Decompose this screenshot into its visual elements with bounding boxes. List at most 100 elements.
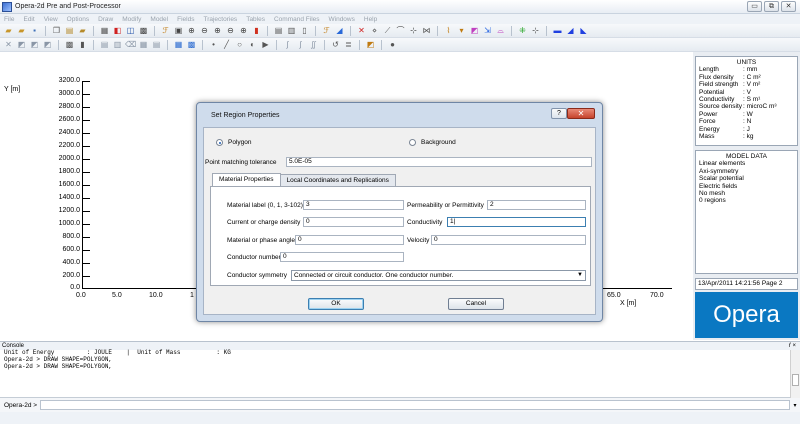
arc-icon[interactable]: ⌒ [395, 25, 406, 36]
print-icon[interactable]: ▦ [99, 25, 110, 36]
material-label-input[interactable]: 3 [303, 200, 404, 210]
circle-icon[interactable]: ○ [234, 39, 245, 50]
block-icon[interactable]: ▮ [77, 39, 88, 50]
curve-icon[interactable]: ◣ [578, 25, 589, 36]
draw-line-icon[interactable]: ╱ [221, 39, 232, 50]
copy-shape-icon[interactable]: ▤ [99, 39, 110, 50]
connect-icon[interactable]: ⊹ [530, 25, 541, 36]
menu-tables[interactable]: Tables [246, 16, 265, 23]
surface-icon[interactable]: ◢ [334, 25, 345, 36]
function-f-icon[interactable]: ∫ [295, 39, 306, 50]
point-icon[interactable]: ⋄ [369, 25, 380, 36]
menu-options[interactable]: Options [67, 16, 89, 23]
current-density-input[interactable]: 0 [303, 217, 404, 227]
function-icon[interactable]: ℱ [160, 25, 171, 36]
select-region-icon[interactable]: ◩ [469, 25, 480, 36]
mesh-icon[interactable]: ⁜ [517, 25, 528, 36]
export-icon[interactable]: ◩ [365, 39, 376, 50]
chevron-down-icon[interactable]: ▾ [790, 402, 800, 409]
undo-icon[interactable]: ↺ [330, 39, 341, 50]
stack-icon[interactable]: ≣ [343, 39, 354, 50]
conductor-number-input[interactable]: 0 [280, 252, 404, 262]
list-icon[interactable]: ▤ [151, 39, 162, 50]
pointer-icon[interactable]: ⇲ [482, 25, 493, 36]
dot-icon[interactable]: • [208, 39, 219, 50]
edit-alt-icon[interactable]: ◩ [29, 39, 40, 50]
console-scrollbar[interactable] [790, 350, 800, 398]
properties-icon[interactable]: ▦ [173, 39, 184, 50]
background-radio[interactable] [409, 139, 416, 146]
display-icon[interactable]: ◧ [112, 25, 123, 36]
close-window-button[interactable]: ✕ [781, 1, 796, 12]
copy-icon[interactable]: ❐ [51, 25, 62, 36]
menu-fields[interactable]: Fields [177, 16, 194, 23]
menu-edit[interactable]: Edit [23, 16, 34, 23]
erase-icon[interactable]: ⌫ [125, 39, 136, 50]
zoom-all-icon[interactable]: ⊕ [238, 25, 249, 36]
lasso-icon[interactable]: ⌓ [495, 25, 506, 36]
menu-draw[interactable]: Draw [98, 16, 113, 23]
minimize-button[interactable]: ▭ [747, 1, 762, 12]
conductivity-input[interactable]: 1| [447, 217, 586, 227]
menu-command-files[interactable]: Command Files [274, 16, 320, 23]
bar-chart-icon[interactable]: ▮ [251, 25, 262, 36]
open-icon[interactable]: ▰ [16, 25, 27, 36]
arrange-icon[interactable]: ▥ [112, 39, 123, 50]
phase-angle-input[interactable]: 0 [295, 235, 404, 245]
dialog-close-button[interactable]: ✕ [567, 108, 595, 119]
save-icon[interactable]: ▪ [29, 25, 40, 36]
zoom-in-icon[interactable]: ⊕ [186, 25, 197, 36]
double-integral-icon[interactable]: ∬ [308, 39, 319, 50]
delete-icon[interactable]: ✕ [356, 25, 367, 36]
text-icon[interactable]: ▥ [286, 25, 297, 36]
record-icon[interactable]: ● [387, 39, 398, 50]
bucket-icon[interactable]: ▾ [456, 25, 467, 36]
tab-local-coordinates[interactable]: Local Coordinates and Replications [279, 174, 396, 186]
menu-file[interactable]: File [4, 16, 14, 23]
zoom-icon[interactable]: ⊕ [212, 25, 223, 36]
tolerance-input[interactable]: 5.0E-05 [286, 157, 592, 167]
open-folder-icon[interactable]: ▰ [3, 25, 14, 36]
menu-windows[interactable]: Windows [329, 16, 355, 23]
folder-icon[interactable]: ▰ [77, 25, 88, 36]
help-button[interactable]: ? [551, 108, 567, 119]
shape-icon[interactable]: ◩ [42, 39, 53, 50]
brush-icon[interactable]: ⌇ [443, 25, 454, 36]
table-icon[interactable]: ▤ [273, 25, 284, 36]
node-icon[interactable]: ⊹ [408, 25, 419, 36]
permeability-input[interactable]: 2 [487, 200, 586, 210]
document-icon[interactable]: ▯ [299, 25, 310, 36]
maximize-button[interactable]: ⧉ [764, 1, 779, 12]
scrollbar-thumb[interactable] [792, 374, 799, 386]
field-icon[interactable]: ℱ [321, 25, 332, 36]
half-circle-icon[interactable]: ◐ [247, 39, 258, 50]
calc-icon[interactable]: ▦ [138, 39, 149, 50]
paste-icon[interactable]: ▤ [64, 25, 75, 36]
zoom-out-icon[interactable]: ⊖ [199, 25, 210, 36]
pen-icon[interactable]: ◢ [565, 25, 576, 36]
play-icon[interactable]: ▶ [260, 39, 271, 50]
cross-icon[interactable]: ✕ [3, 39, 14, 50]
menu-modify[interactable]: Modify [122, 16, 141, 23]
command-input[interactable] [40, 400, 790, 410]
edit-icon[interactable]: ◩ [16, 39, 27, 50]
velocity-input[interactable]: 0 [431, 235, 586, 245]
region-icon[interactable]: ▩ [64, 39, 75, 50]
menu-view[interactable]: View [44, 16, 58, 23]
cancel-button[interactable]: Cancel [448, 298, 504, 310]
zoom-box-icon[interactable]: ▣ [173, 25, 184, 36]
refresh-icon[interactable]: ◫ [125, 25, 136, 36]
integral-icon[interactable]: ∫ [282, 39, 293, 50]
menu-help[interactable]: Help [364, 16, 377, 23]
tab-material-properties[interactable]: Material Properties [212, 173, 281, 186]
zoom-fit-icon[interactable]: ⊖ [225, 25, 236, 36]
blue-line-icon[interactable]: ▬ [552, 25, 563, 36]
menu-trajectories[interactable]: Trajectories [203, 16, 237, 23]
conductor-symmetry-select[interactable]: Connected or circuit conductor. One cond… [291, 270, 586, 281]
grid-icon[interactable]: ▩ [138, 25, 149, 36]
grid-view-icon[interactable]: ▩ [186, 39, 197, 50]
ok-button[interactable]: OK [308, 298, 364, 310]
line-icon[interactable]: ⟋ [382, 25, 393, 36]
polygon-radio[interactable] [216, 139, 223, 146]
move-icon[interactable]: ⋈ [421, 25, 432, 36]
